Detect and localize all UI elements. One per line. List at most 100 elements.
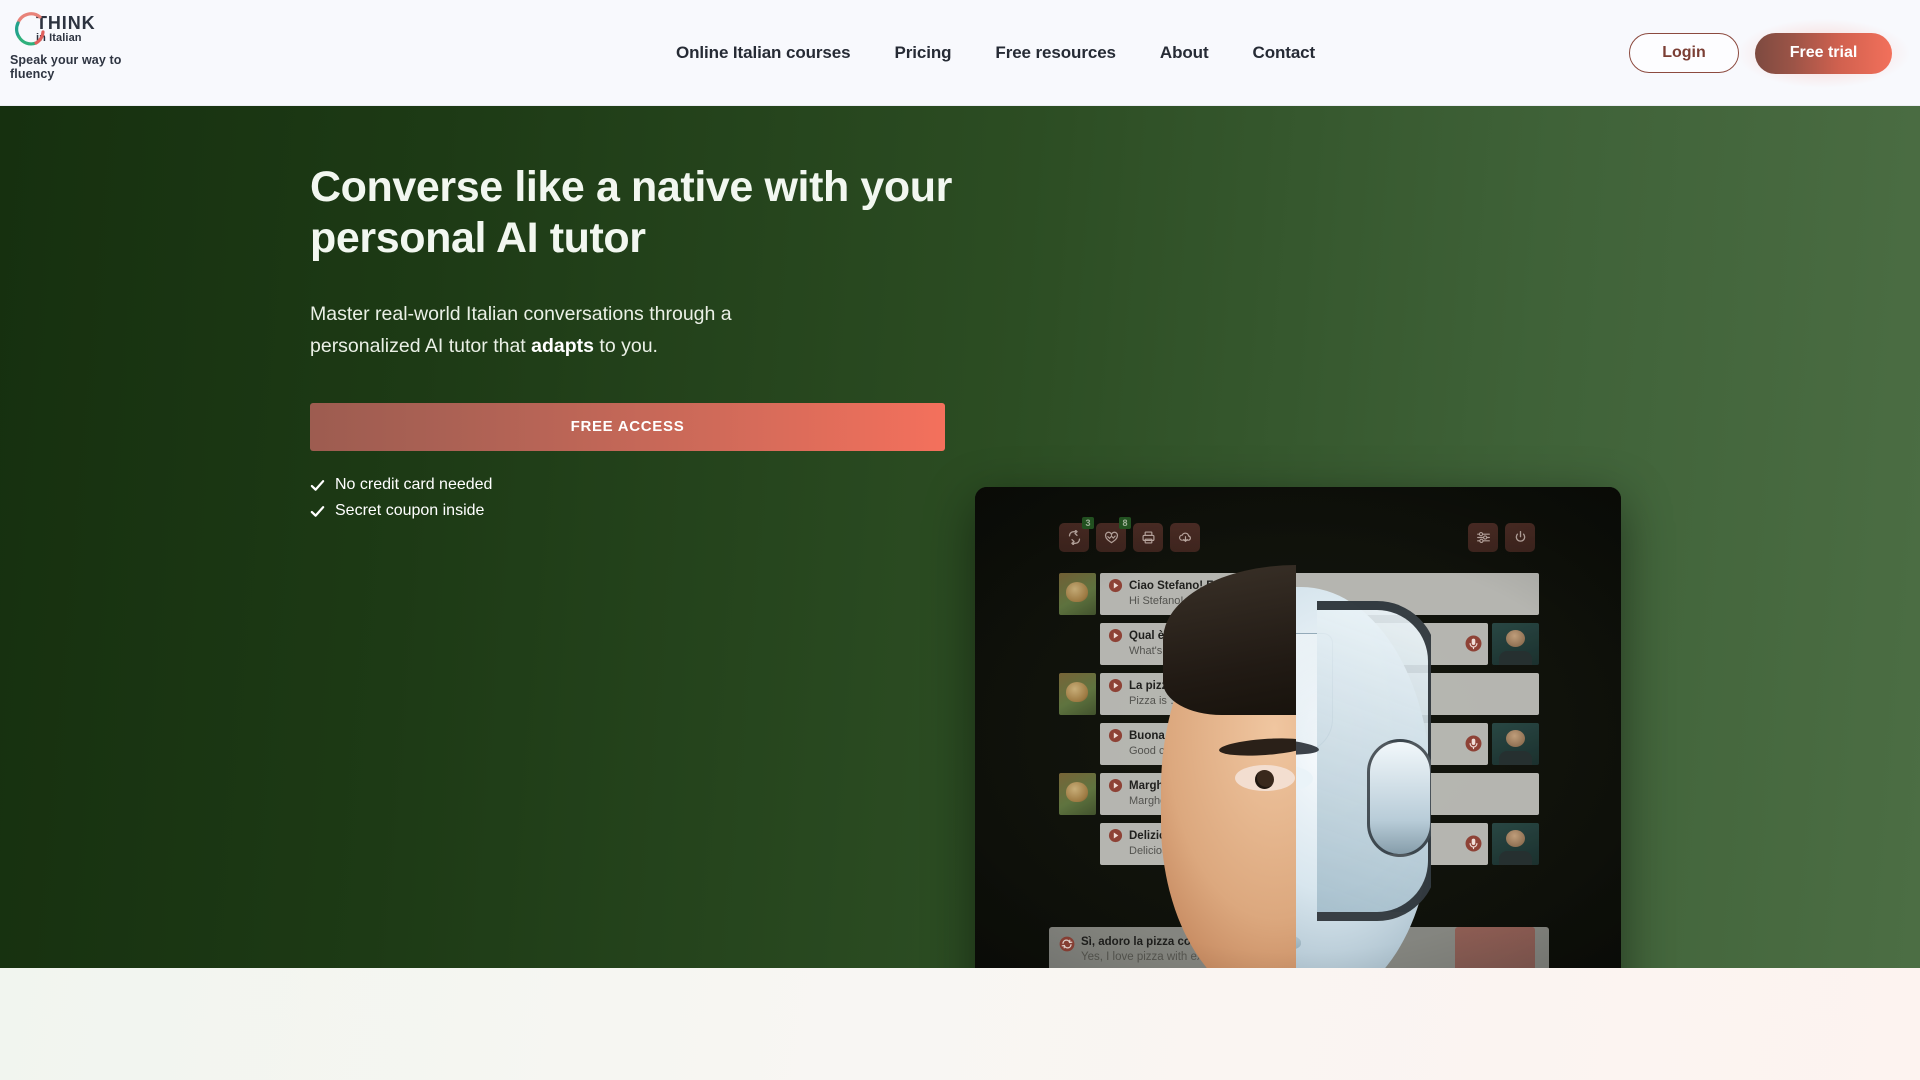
avatar-placeholder (1059, 623, 1096, 665)
transcript-text: Sì, adoro la pizza con ingredi… Yes, I l… (1081, 935, 1251, 964)
chat-english-text: Margher… (1129, 795, 1181, 807)
hero-copy: Converse like a native with your persona… (310, 162, 990, 526)
chat-italian-line: Marghe… (1108, 778, 1531, 793)
chat-bubble: Ciao Stefano! Famm… Hi Stefano! A… (1100, 573, 1539, 615)
chat-message-row[interactable]: Ciao Stefano! Famm… Hi Stefano! A… (1059, 573, 1539, 615)
app-toolbar-right (1468, 523, 1535, 552)
loop-badge: 3 (1082, 517, 1094, 529)
cat-avatar-icon (1059, 573, 1096, 615)
check-icon (310, 479, 325, 491)
loop-icon[interactable]: 3 (1059, 517, 1094, 552)
microphone-icon[interactable] (1465, 735, 1482, 752)
play-icon[interactable] (1108, 828, 1123, 843)
nav-item-online-italian-courses[interactable]: Online Italian courses (676, 43, 851, 63)
free-trial-button[interactable]: Free trial (1755, 32, 1892, 74)
favorite-badge: 8 (1119, 517, 1131, 529)
chat-italian-line: Buona sce… (1108, 728, 1480, 743)
chat-message-row[interactable]: Buona sce… Good choic… (1059, 723, 1539, 765)
perk-item: No credit card needed (310, 473, 990, 498)
play-icon[interactable] (1108, 728, 1123, 743)
chat-bubble: Marghe… Margher… (1100, 773, 1539, 815)
transcript-text: Sì, adoro la pizza con ingredi… delizios… (1081, 967, 1306, 968)
speaker-thumbnail (1492, 723, 1539, 765)
nav-item-contact[interactable]: Contact (1253, 43, 1316, 63)
hero-subtitle-emphasis: adapts (531, 335, 594, 358)
play-icon[interactable] (1108, 578, 1123, 593)
next-section-placeholder (0, 968, 1920, 1080)
settings-sliders-icon[interactable] (1468, 523, 1498, 552)
loop-icon[interactable] (1059, 936, 1075, 952)
perk-item: Secret coupon inside (310, 499, 990, 524)
site-header: THINK in Italian Speak your way to fluen… (0, 0, 1920, 106)
chat-bubble: La pizza … Pizza is … (1100, 673, 1539, 715)
chat-message-row[interactable]: La pizza … Pizza is … (1059, 673, 1539, 715)
chat-bubble: Buona sce… Good choic… (1100, 723, 1488, 765)
transcript-english: Yes, I love pizza with extra ing… (1081, 950, 1247, 963)
print-icon[interactable] (1133, 523, 1163, 552)
free-access-cta-button[interactable]: FREE ACCESS (310, 402, 945, 451)
nav-item-about[interactable]: About (1160, 43, 1209, 63)
chat-italian-text: Ciao Stefano! Famm… (1129, 579, 1252, 592)
transcript-row[interactable]: Sì, adoro la pizza con ingredi… Yes, I l… (1059, 935, 1539, 964)
chat-italian-text: Qual è il tuo … (1129, 629, 1210, 642)
chat-english-text: What's your … (1129, 645, 1201, 657)
chat-italian-text: Deliziosa sce… extra? (1129, 829, 1251, 842)
chat-italian-text: Marghe… (1129, 779, 1182, 792)
chat-english-text: Hi Stefano! A… (1129, 595, 1205, 607)
transcript-list: Sì, adoro la pizza con ingredi… Yes, I l… (1059, 935, 1539, 968)
logo-arc-icon (10, 10, 48, 48)
microphone-icon[interactable] (1465, 835, 1482, 852)
chat-bubble: Qual è il tuo … What's your … (1100, 623, 1488, 665)
power-icon[interactable] (1505, 523, 1535, 552)
hero-title: Converse like a native with your persona… (310, 163, 952, 262)
hero-perks-list: No credit card needed Secret coupon insi… (310, 473, 990, 525)
chat-italian-line: Qual è il tuo … (1108, 628, 1480, 643)
logo-tagline: Speak your way to fluency (10, 53, 122, 81)
hero-subtitle-part1: Master real-world Italian conversations … (310, 303, 732, 358)
speaker-thumbnail (1492, 623, 1539, 665)
chat-message-row[interactable]: Marghe… Margher… (1059, 773, 1539, 815)
chat-italian-text: La pizza … (1129, 679, 1189, 692)
hero-subtitle-part2: to you. (594, 335, 658, 358)
perk-label: No credit card needed (335, 475, 493, 493)
cloud-download-icon[interactable] (1170, 523, 1200, 552)
cat-avatar-icon (1059, 673, 1096, 715)
check-icon (310, 506, 325, 518)
speaker-thumbnail (1492, 823, 1539, 865)
free-trial-button-wrap: Free trial (1737, 18, 1910, 88)
video-preview-card[interactable]: 3 8 Ciao Stefano! Famm… Hi Stefano! A… Q… (975, 487, 1621, 968)
chat-italian-line: Deliziosa sce… extra? (1108, 828, 1480, 843)
transcript-row[interactable]: Sì, adoro la pizza con ingredi… delizios… (1059, 967, 1539, 968)
chat-message-row[interactable]: Deliziosa sce… extra? Delicious choic… e… (1059, 823, 1539, 865)
play-icon[interactable] (1108, 628, 1123, 643)
favorite-icon[interactable]: 8 (1096, 517, 1131, 552)
header-actions: Login Free trial (1629, 0, 1910, 106)
chat-italian-text: Buona sce… (1129, 729, 1199, 742)
hero-subtitle: Master real-world Italian conversations … (310, 299, 840, 362)
chat-english-text: Delicious choic… ents? (1129, 845, 1244, 857)
chat-message-list: Ciao Stefano! Famm… Hi Stefano! A… Qual … (1059, 573, 1539, 873)
chat-english-text: Good choic… (1129, 745, 1196, 757)
logo[interactable]: THINK in Italian Speak your way to fluen… (10, 10, 160, 81)
app-toolbar-left: 3 8 (1059, 517, 1200, 552)
transcript-italian: Sì, adoro la pizza con ingredi… (1081, 936, 1251, 948)
chat-message-row[interactable]: Qual è il tuo … What's your … (1059, 623, 1539, 665)
play-icon[interactable] (1108, 778, 1123, 793)
play-icon[interactable] (1108, 678, 1123, 693)
nav-item-free-resources[interactable]: Free resources (995, 43, 1116, 63)
nav-item-pricing[interactable]: Pricing (894, 43, 951, 63)
cat-avatar-icon (1059, 773, 1096, 815)
chat-italian-line: La pizza … (1108, 678, 1531, 693)
chat-italian-line: Ciao Stefano! Famm… (1108, 578, 1531, 593)
microphone-icon[interactable] (1465, 635, 1482, 652)
login-button[interactable]: Login (1629, 33, 1739, 73)
logo-mark: THINK in Italian (10, 10, 160, 48)
main-navigation: Online Italian courses Pricing Free reso… (676, 0, 1315, 106)
avatar-placeholder (1059, 823, 1096, 865)
chat-english-text: Pizza is … (1129, 695, 1181, 707)
transcript-italian: Sì, adoro la pizza con ingredi… delizios… (1081, 967, 1306, 968)
perk-label: Secret coupon inside (335, 502, 485, 520)
avatar-placeholder (1059, 723, 1096, 765)
hero-section: Converse like a native with your persona… (0, 106, 1920, 968)
chat-bubble: Deliziosa sce… extra? Delicious choic… e… (1100, 823, 1488, 865)
